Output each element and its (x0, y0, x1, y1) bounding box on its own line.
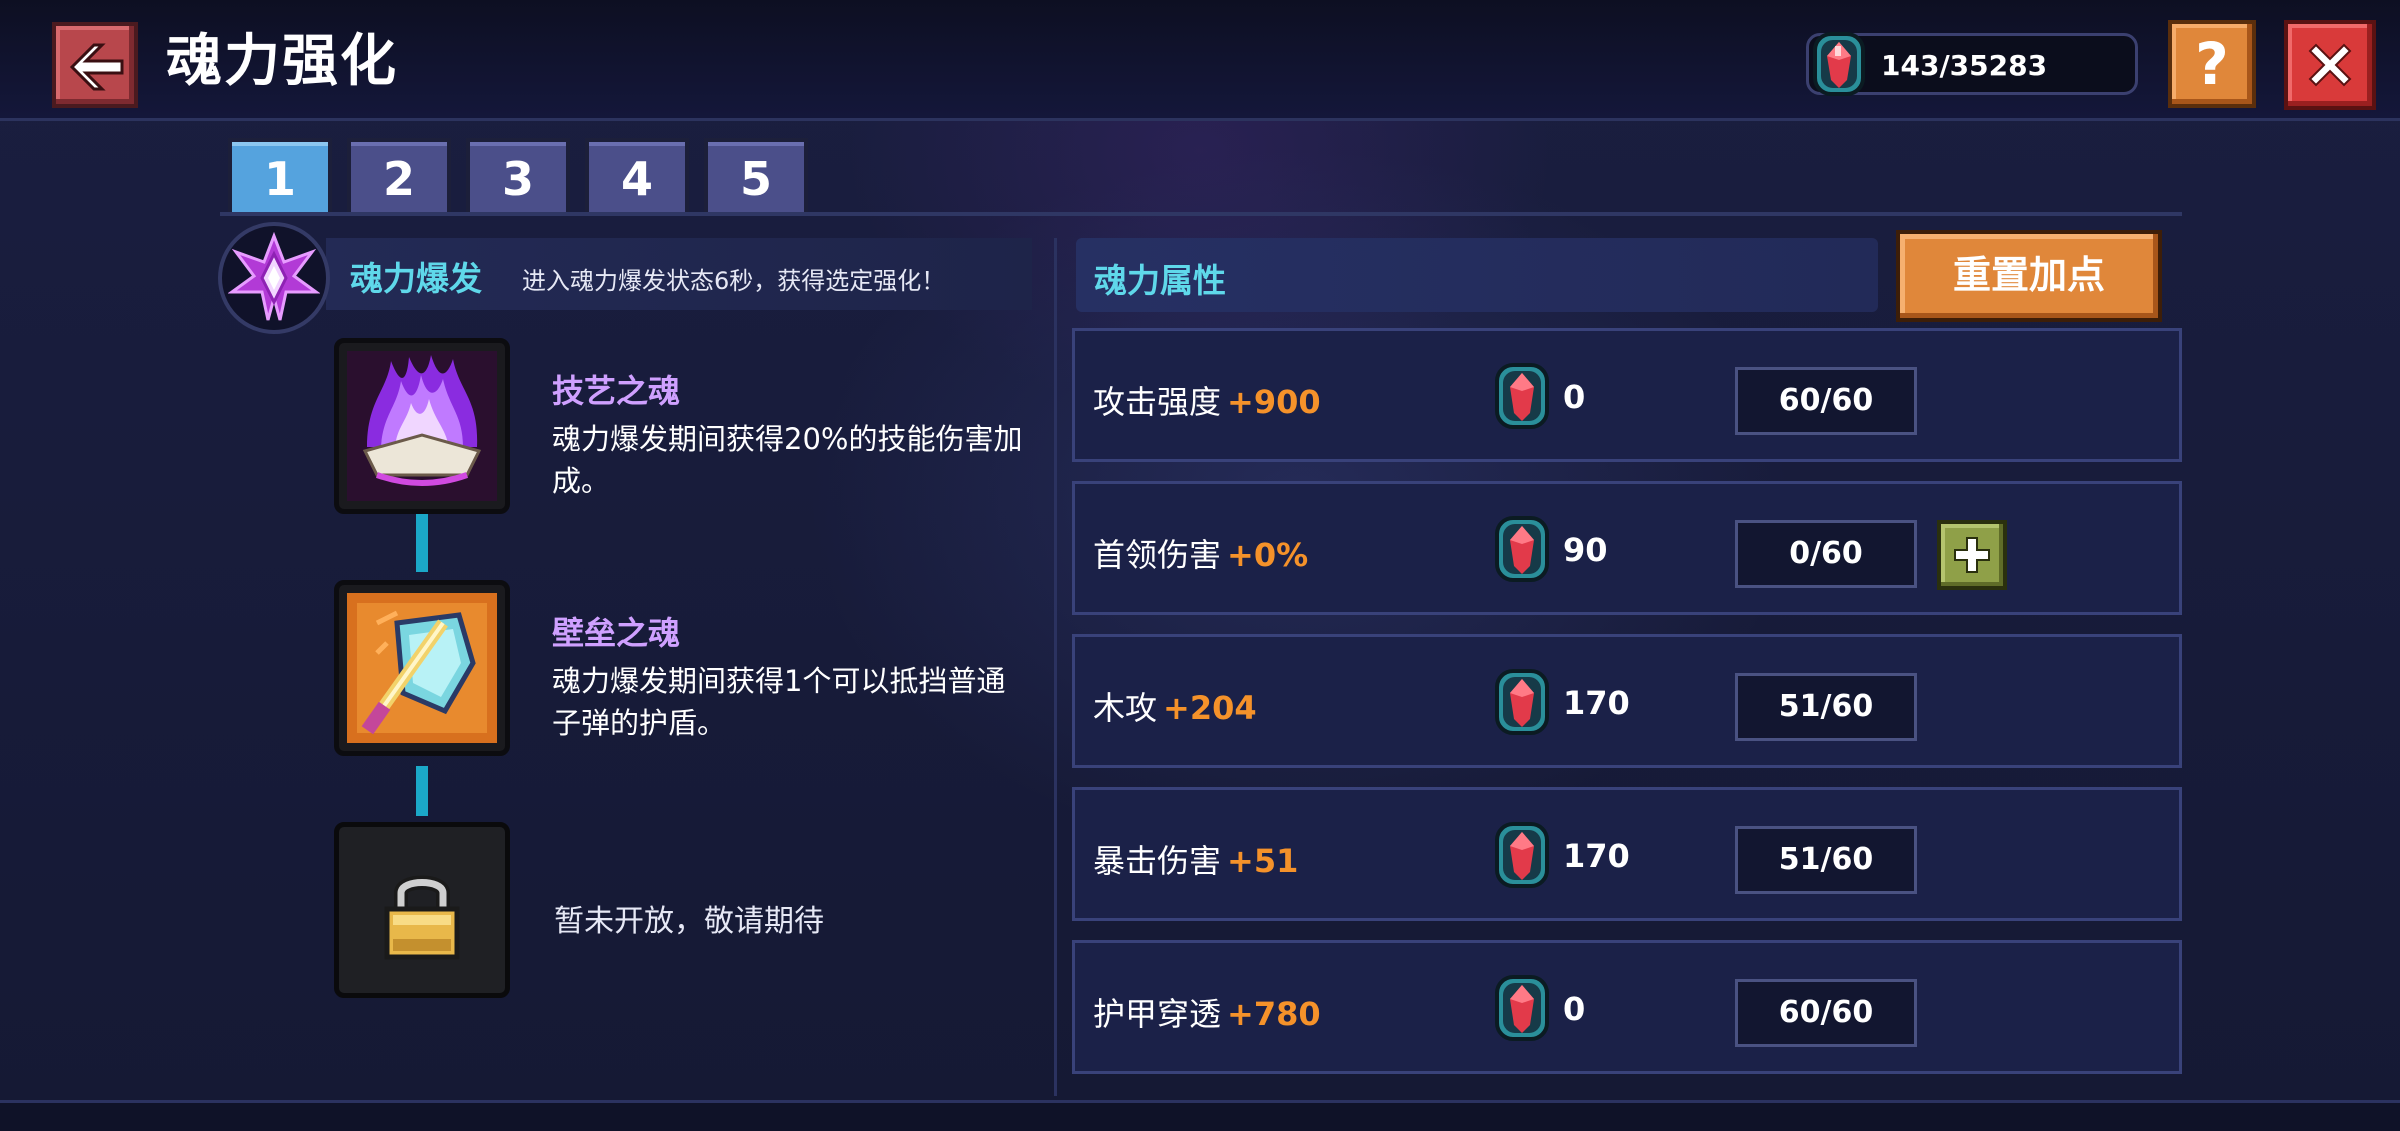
soul-gem-icon (1495, 975, 1549, 1041)
soul-connector (416, 766, 428, 816)
skill-header: 魂力爆发 进入魂力爆发状态6秒，获得选定强化！ (326, 238, 1032, 310)
attribute-label: 首领伤害 +0% (1093, 530, 1308, 576)
plus-icon (1954, 537, 1990, 573)
reset-points-button[interactable]: 重置加点 (1896, 230, 2162, 322)
purple-flame-icon (347, 351, 497, 501)
soul-name-bastion: 壁垒之魂 (552, 614, 681, 652)
attribute-label: 木攻 +204 (1093, 683, 1257, 729)
attribute-bonus: +0% (1227, 536, 1309, 574)
soul-description-bastion: 魂力爆发期间获得1个可以抵挡普通子弹的护盾。 (552, 664, 1006, 740)
attribute-label: 攻击强度 +900 (1093, 377, 1321, 423)
attribute-level: 60/60 (1735, 367, 1917, 435)
skill-description: 进入魂力爆发状态6秒，获得选定强化！ (522, 267, 946, 295)
tab-4[interactable]: 4 (585, 138, 689, 214)
soul-gem-icon (1813, 32, 1865, 96)
tab-1[interactable]: 1 (228, 138, 332, 214)
attribute-level: 60/60 (1735, 979, 1917, 1047)
attribute-level: 0/60 (1735, 520, 1917, 588)
attribute-row-crit-damage: 暴击伤害 +51 170 51/60 (1072, 787, 2182, 921)
back-button[interactable] (52, 22, 138, 108)
soul-currency-counter: 143/35283 (1806, 32, 2138, 96)
close-button[interactable] (2284, 20, 2376, 110)
soul-slot-locked (334, 822, 510, 998)
attribute-row-armor-penetration: 护甲穿透 +780 0 60/60 (1072, 940, 2182, 1074)
attribute-label: 暴击伤害 +51 (1093, 836, 1298, 882)
close-icon (2308, 43, 2352, 87)
attribute-row-boss-damage: 首领伤害 +0% 90 0/60 (1072, 481, 2182, 615)
soul-gem-icon (1495, 516, 1549, 582)
arrow-left-icon (69, 43, 124, 91)
panel-divider (1054, 238, 1057, 1096)
attribute-level: 51/60 (1735, 673, 1917, 741)
soul-gem-icon (1495, 363, 1549, 429)
soul-slot-craft[interactable] (334, 338, 510, 514)
page-title: 魂力强化 (166, 29, 398, 94)
attribute-cost: 170 (1563, 837, 1630, 875)
soul-gem-icon (1495, 669, 1549, 735)
attribute-bonus: +900 (1227, 383, 1321, 421)
soul-connector (416, 514, 428, 572)
attribute-name: 攻击强度 (1093, 383, 1222, 421)
attribute-level: 51/60 (1735, 826, 1917, 894)
attribute-bonus: +780 (1227, 995, 1321, 1033)
bottom-edge (0, 1100, 2400, 1131)
attributes-header: 魂力属性 (1076, 238, 1878, 312)
soul-burst-icon (218, 222, 330, 334)
attribute-cost: 0 (1563, 378, 1586, 416)
shield-sword-icon (347, 593, 497, 743)
top-bar: 魂力强化 143/35283 ? (0, 0, 2400, 121)
attribute-row-attack-strength: 攻击强度 +900 0 60/60 (1072, 328, 2182, 462)
attribute-name: 木攻 (1093, 689, 1158, 727)
soul-description-craft: 魂力爆发期间获得20%的技能伤害加成。 (552, 422, 1023, 498)
attribute-row-wood-attack: 木攻 +204 170 51/60 (1072, 634, 2182, 768)
skill-name: 魂力爆发 (350, 259, 482, 298)
soul-gem-icon (1495, 822, 1549, 888)
soul-name-craft: 技艺之魂 (552, 372, 681, 410)
attributes-title: 魂力属性 (1094, 261, 1226, 300)
currency-amount: 143/35283 (1881, 49, 2048, 82)
attribute-bonus: +51 (1227, 842, 1299, 880)
locked-slot-text: 暂未开放，敬请期待 (554, 904, 824, 939)
tab-3[interactable]: 3 (466, 138, 570, 214)
attribute-name: 暴击伤害 (1093, 842, 1222, 880)
attribute-name: 首领伤害 (1093, 536, 1222, 574)
attribute-cost: 0 (1563, 990, 1586, 1028)
attribute-label: 护甲穿透 +780 (1093, 989, 1321, 1035)
tabs-divider (220, 212, 2182, 216)
tab-2[interactable]: 2 (347, 138, 451, 214)
attribute-cost: 170 (1563, 684, 1630, 722)
tab-5[interactable]: 5 (704, 138, 808, 214)
add-point-button[interactable] (1937, 520, 2007, 590)
lock-icon (384, 875, 460, 960)
attribute-bonus: +204 (1163, 689, 1257, 727)
attribute-name: 护甲穿透 (1093, 995, 1222, 1033)
help-button[interactable]: ? (2168, 20, 2256, 108)
soul-slot-bastion[interactable] (334, 580, 510, 756)
attribute-cost: 90 (1563, 531, 1608, 569)
